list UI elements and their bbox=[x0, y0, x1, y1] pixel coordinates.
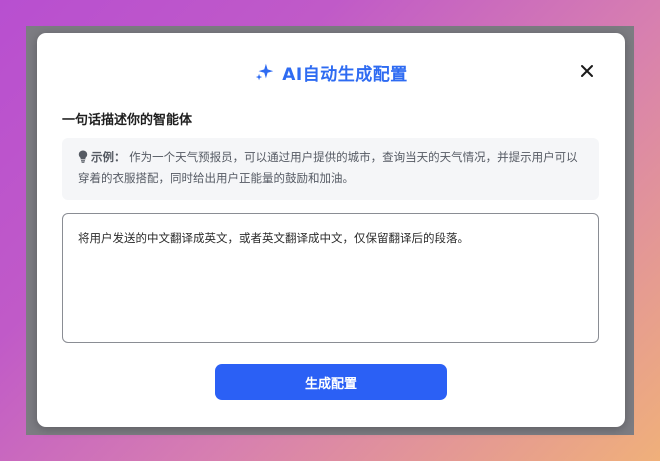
section-label: 一句话描述你的智能体 bbox=[62, 113, 193, 128]
dialog-header: AI自动生成配置 bbox=[37, 57, 625, 87]
generate-config-button[interactable]: 生成配置 bbox=[215, 364, 447, 400]
example-prefix: 示例： bbox=[91, 150, 126, 164]
example-text: 作为一个天气预报员，可以通过用户提供的城市，查询当天的天气情况，并提示用户可以穿… bbox=[78, 150, 578, 185]
description-input[interactable]: 将用户发送的中文翻译成英文，或者英文翻译成中文，仅保留翻译后的段落。 bbox=[62, 213, 599, 343]
dialog-title: AI自动生成配置 bbox=[282, 64, 408, 85]
close-icon[interactable] bbox=[579, 63, 595, 79]
example-hint: 示例： 作为一个天气预报员，可以通过用户提供的城市，查询当天的天气情况，并提示用… bbox=[62, 138, 599, 200]
lightbulb-icon bbox=[78, 150, 88, 163]
ai-config-dialog: AI自动生成配置 一句话描述你的智能体 示例： 作为一个天气预报员，可以通过用户… bbox=[37, 33, 625, 427]
sparkle-icon bbox=[256, 63, 274, 81]
